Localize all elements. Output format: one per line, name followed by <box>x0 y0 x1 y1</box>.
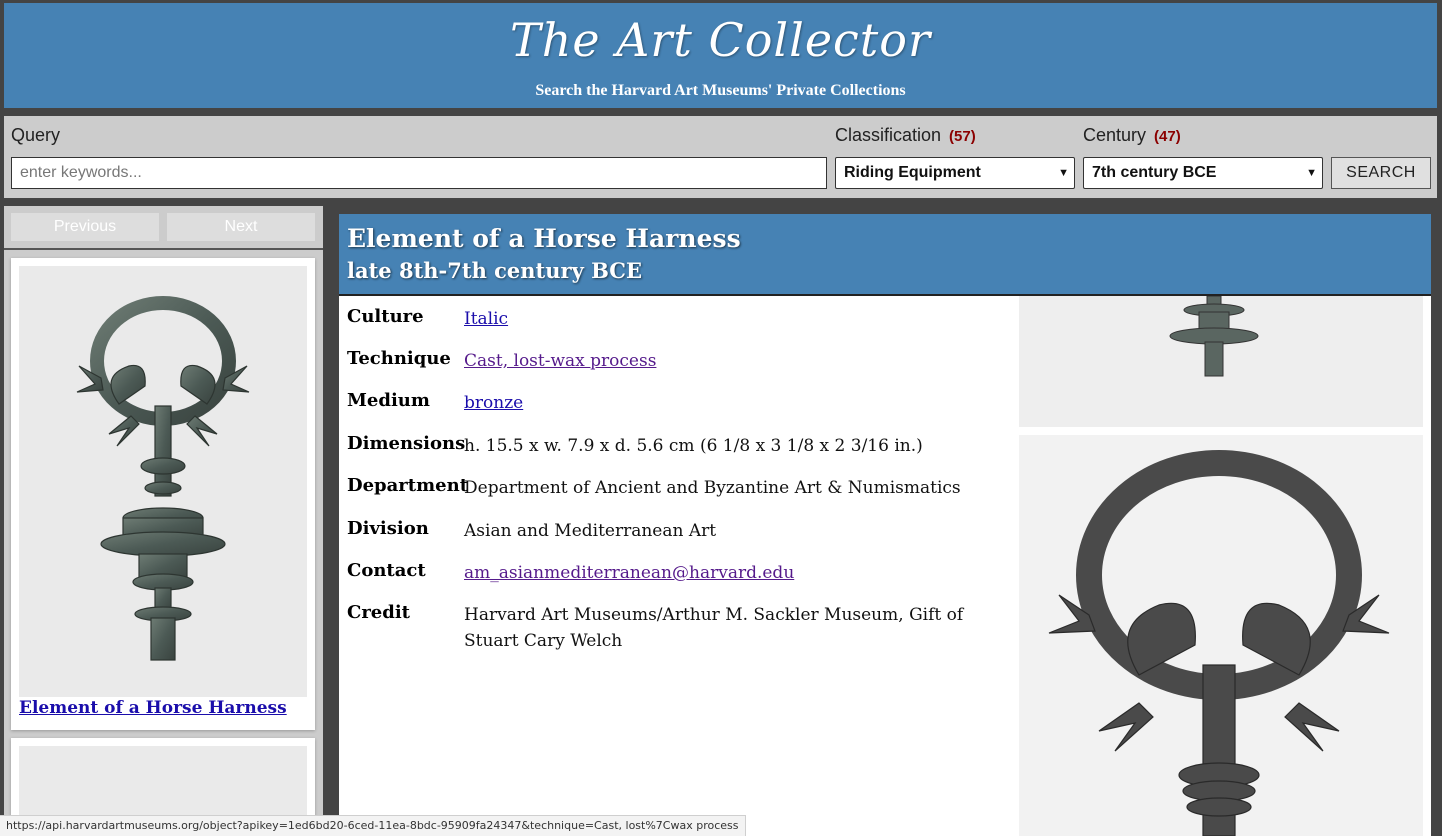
fact-label: Contact <box>347 560 426 581</box>
result-card[interactable]: Element of a Horse Harness <box>11 258 315 730</box>
culture-link[interactable]: Italic <box>464 306 984 332</box>
century-count: (47) <box>1154 128 1181 145</box>
contact-email-link[interactable]: am_asianmediterranean@harvard.edu <box>464 560 984 586</box>
classification-selected-value: Riding Equipment <box>844 164 981 181</box>
results-sidebar[interactable]: Previous Next Element of a Horse Harness <box>4 206 323 836</box>
fact-label: Department <box>347 475 469 496</box>
site-header: The Art Collector Search the Harvard Art… <box>4 3 1437 108</box>
object-title: Element of a Horse Harness <box>347 224 741 253</box>
chevron-down-icon: ▼ <box>1306 167 1317 179</box>
result-image[interactable] <box>19 266 307 697</box>
fact-label: Culture <box>347 306 424 327</box>
next-button[interactable]: Next <box>167 213 315 241</box>
century-select[interactable]: 7th century BCE ▼ <box>1083 157 1323 189</box>
result-title-link[interactable]: Element of a Horse Harness <box>19 698 287 718</box>
century-selected-value: 7th century BCE <box>1092 164 1217 181</box>
previous-button[interactable]: Previous <box>11 213 159 241</box>
classification-label-text: Classification <box>835 125 942 145</box>
century-label: Century (47) <box>1083 125 1181 146</box>
technique-link[interactable]: Cast, lost-wax process <box>464 348 984 374</box>
site-subtitle: Search the Harvard Art Museums' Private … <box>535 82 906 99</box>
link-status-bar: https://api.harvardartmuseums.org/object… <box>0 815 746 836</box>
nav-divider <box>4 248 323 250</box>
century-label-text: Century <box>1083 125 1147 145</box>
fact-label: Medium <box>347 390 430 411</box>
query-label-text: Query <box>11 125 61 145</box>
chevron-down-icon: ▼ <box>1058 167 1069 179</box>
classification-label: Classification (57) <box>835 125 976 146</box>
fact-label: Dimensions <box>347 433 466 454</box>
harness-photo-detail <box>1169 296 1259 377</box>
classification-select[interactable]: Riding Equipment ▼ <box>835 157 1075 189</box>
harness-thumbnail-image <box>76 296 250 661</box>
classification-count: (57) <box>949 128 976 145</box>
query-input[interactable] <box>11 157 827 189</box>
search-button[interactable]: SEARCH <box>1331 157 1431 189</box>
division-value: Asian and Mediterranean Art <box>464 521 717 541</box>
query-label: Query <box>11 125 60 146</box>
medium-link[interactable]: bronze <box>464 390 984 416</box>
department-value: Department of Ancient and Byzantine Art … <box>464 478 961 498</box>
object-photo[interactable] <box>1019 435 1423 836</box>
fact-label: Technique <box>347 348 451 369</box>
fact-label: Credit <box>347 602 410 623</box>
harness-photo-bw <box>1048 450 1390 836</box>
search-form: Query Classification (57) Riding Equipmen… <box>4 116 1437 198</box>
detail-header: Element of a Horse Harness late 8th-7th … <box>339 214 1431 296</box>
fact-label: Division <box>347 518 429 539</box>
object-detail-panel: Element of a Horse Harness late 8th-7th … <box>339 214 1431 836</box>
dimensions-value: h. 15.5 x w. 7.9 x d. 5.6 cm (6 1/8 x 3 … <box>464 436 923 456</box>
site-title: The Art Collector <box>510 13 931 67</box>
page-frame: The Art Collector Search the Harvard Art… <box>0 0 1442 836</box>
object-photo[interactable] <box>1019 296 1423 427</box>
object-date: late 8th-7th century BCE <box>347 258 642 283</box>
credit-value: Harvard Art Museums/Arthur M. Sackler Mu… <box>464 605 964 651</box>
